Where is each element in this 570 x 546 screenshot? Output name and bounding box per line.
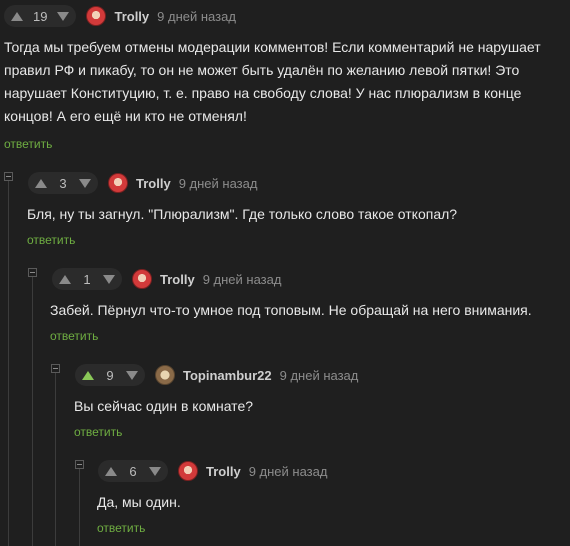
comment-text: Вы сейчас один в комнате? [74,398,254,414]
comment-text: Тогда мы требуем отмены модерации коммен… [4,39,541,124]
timestamp[interactable]: 9 дней назад [249,464,328,479]
comment-text: Да, мы один. [97,494,181,510]
comment-text: Забей. Пёрнул что-то умное под топовым. … [50,302,532,318]
reply-link[interactable]: ответить [27,233,75,247]
timestamp[interactable]: 9 дней назад [157,9,236,24]
upvote-icon[interactable] [104,465,118,477]
upvote-icon[interactable] [81,369,95,381]
vote-widget: 1 [52,268,122,290]
downvote-icon[interactable] [56,10,70,22]
username[interactable]: Trolly [160,272,195,287]
avatar[interactable] [108,173,128,193]
avatar[interactable] [155,365,175,385]
timestamp[interactable]: 9 дней назад [280,368,359,383]
thread-line-level-1 [8,180,9,546]
comment-header: 9 Topinambur22 9 дней назад [75,364,358,386]
username[interactable]: Topinambur22 [183,368,272,383]
downvote-icon[interactable] [102,273,116,285]
username[interactable]: Trolly [136,176,171,191]
vote-widget: 3 [28,172,98,194]
vote-widget: 19 [4,5,77,27]
avatar[interactable] [132,269,152,289]
collapse-toggle-icon[interactable] [75,460,84,469]
upvote-icon[interactable] [58,273,72,285]
downvote-icon[interactable] [148,465,162,477]
avatar[interactable] [178,461,198,481]
avatar[interactable] [86,6,107,26]
comment-header: 6 Trolly 9 дней назад [98,460,327,482]
username[interactable]: Trolly [206,464,241,479]
downvote-icon[interactable] [125,369,139,381]
comment-header: 3 Trolly 9 дней назад [28,172,257,194]
collapse-toggle-icon[interactable] [28,268,37,277]
upvote-icon[interactable] [34,177,48,189]
vote-widget: 6 [98,460,168,482]
collapse-toggle-icon[interactable] [4,172,13,181]
vote-widget: 9 [75,364,145,386]
downvote-icon[interactable] [78,177,92,189]
timestamp[interactable]: 9 дней назад [179,176,258,191]
reply-link[interactable]: ответить [74,425,122,439]
thread-line-level-3 [55,372,56,546]
thread-line-level-2 [32,276,33,546]
comment-text: Бля, ну ты загнул. "Плюрализм". Где толь… [27,206,458,222]
reply-link[interactable]: ответить [50,329,98,343]
comment-header: 1 Trolly 9 дней назад [52,268,281,290]
vote-count: 6 [129,463,137,479]
vote-count: 9 [106,367,114,383]
reply-link[interactable]: ответить [4,137,52,151]
reply-link[interactable]: ответить [97,521,145,535]
vote-count: 19 [33,8,48,24]
username[interactable]: Trolly [114,9,149,24]
vote-count: 3 [59,175,67,191]
thread-line-level-4 [79,468,80,546]
comment-header: 19 Trolly 9 дней назад [4,5,236,27]
collapse-toggle-icon[interactable] [51,364,60,373]
upvote-icon[interactable] [10,10,24,22]
vote-count: 1 [83,271,91,287]
timestamp[interactable]: 9 дней назад [203,272,282,287]
